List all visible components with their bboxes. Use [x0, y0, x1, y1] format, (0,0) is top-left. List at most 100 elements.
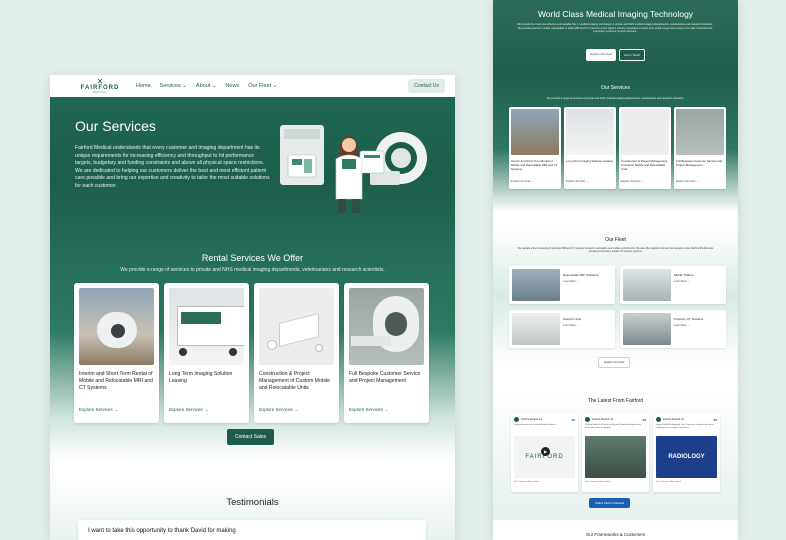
nav-item-news[interactable]: News	[225, 83, 239, 89]
contact-us-button[interactable]: Contact Us	[408, 79, 445, 93]
fleet-card-title: Propriety CT Scanbus	[674, 317, 704, 321]
arrow-right-icon: →	[114, 407, 119, 412]
service-card-title: Construction & Project Management of Cus…	[259, 371, 330, 391]
service-card-title: Full Bespoke Customer Service and Projec…	[676, 159, 723, 167]
arrow-right-icon: →	[687, 280, 691, 283]
hero-buttons: Explore Our Fleet Get in Touch	[493, 49, 738, 61]
fleet-card[interactable]: Mobile Trailers Learn More →	[620, 266, 726, 304]
fleet-card-title: Relocatable MRI Solutions	[563, 273, 599, 277]
rental-lead: We provide a range of services to privat…	[120, 267, 385, 273]
learn-more-label: Learn More	[674, 324, 687, 327]
ct-scanner-image	[676, 109, 724, 155]
post-video[interactable]: FAIRFORD ▶	[514, 436, 575, 478]
nav-item-home[interactable]: Home	[136, 83, 151, 89]
service-card-title: Full Bespoke Customer Service and Projec…	[349, 371, 421, 384]
explore-services-link[interactable]: Explore Services →	[79, 407, 154, 412]
post-actions[interactable]: Like Comment Share Send	[656, 481, 717, 483]
learn-more-link[interactable]: Learn More →	[674, 324, 703, 327]
fleet-card[interactable]: Propriety CT Scanbus Learn More →	[620, 310, 726, 348]
explore-services-link[interactable]: Explore Services →	[621, 180, 669, 183]
latest-title: The Latest From Fairford	[587, 398, 644, 404]
explore-services-link[interactable]: Explore Services →	[511, 180, 559, 183]
home-hero-title: World Class Medical Imaging Technology	[537, 9, 694, 19]
explore-services-link[interactable]: Explore Services →	[169, 407, 244, 412]
support-unit-image	[512, 313, 560, 345]
mobile-trailer-image	[623, 269, 671, 301]
service-card[interactable]: Interim and Short Term Rental of Mobile …	[74, 283, 159, 423]
service-cards: Interim and Short Term Rental of Mobile …	[74, 283, 429, 423]
get-in-touch-button[interactable]: Get in Touch	[619, 49, 645, 61]
avatar	[514, 417, 519, 422]
linkedin-icon: in	[713, 417, 717, 422]
home-page-frame: World Class Medical Imaging Technology W…	[493, 0, 738, 540]
explore-services-link[interactable]: Explore Services →	[566, 180, 614, 183]
fleet-grid: Relocatable MRI Solutions Learn More → Mo…	[509, 266, 726, 348]
arrow-right-icon: →	[696, 180, 699, 183]
arrow-right-icon: →	[204, 407, 209, 412]
learn-more-link[interactable]: Learn More →	[674, 280, 694, 283]
post-actions[interactable]: Like Comment Share Send	[514, 481, 575, 483]
explore-services-label: Explore Services	[349, 407, 383, 412]
fleet-card[interactable]: Relocatable MRI Solutions Learn More →	[509, 266, 615, 304]
trailer-image	[566, 109, 614, 155]
top-nav: ✕ FAIRFORD MEDICAL Home Services ⌄ About…	[50, 75, 455, 97]
service-card[interactable]: Construction & Project Management of Cus…	[619, 107, 671, 189]
service-card[interactable]: Full Bespoke Customer Service and Projec…	[344, 283, 429, 423]
nav-item-services-label: Services	[159, 83, 181, 89]
nav-item-fleet[interactable]: Our Fleet ⌄	[248, 83, 277, 89]
service-card[interactable]: Long Term Imaging Solution Leasing Explo…	[164, 283, 249, 423]
service-card-title: Interim and Short Term Rental of Mobile …	[511, 159, 558, 171]
arrow-right-icon: →	[586, 180, 589, 183]
linkedin-post[interactable]: Fairford Medical Ltd in Fairford Medical …	[582, 414, 649, 492]
trailer-image	[169, 288, 244, 365]
post-author: Fairford Medical Ltd	[663, 418, 685, 421]
post-photo[interactable]	[585, 436, 646, 478]
service-card[interactable]: Interim and Short Term Rental of Mobile …	[509, 107, 561, 189]
arrow-right-icon: →	[576, 280, 580, 283]
home-hero-body: We provide the most cost effective and s…	[517, 23, 713, 34]
play-icon[interactable]: ▶	[541, 447, 550, 456]
explore-services-link[interactable]: Explore Services →	[676, 180, 724, 183]
services-hero: Our Services Fairford Medical understand…	[50, 97, 455, 245]
rental-services-section: Rental Services We Offer We provide a ra…	[50, 245, 455, 460]
learn-more-link[interactable]: Learn More →	[563, 280, 598, 283]
post-photo[interactable]: RADIOLOGY	[656, 436, 717, 478]
home-service-cards: Interim and Short Term Rental of Mobile …	[509, 107, 726, 189]
service-card[interactable]: Full Bespoke Customer Service and Projec…	[674, 107, 726, 189]
ct-scanner-image	[349, 288, 424, 365]
linkedin-post[interactable]: Fairford Medical Ltd in Happy World Radio…	[653, 414, 720, 492]
contact-sales-button[interactable]: Contact Sales	[227, 429, 275, 445]
logo-mark-icon: ✕	[96, 77, 104, 86]
linkedin-post[interactable]: Fairford Medical Ltd in Introducing our n…	[511, 414, 578, 492]
explore-services-label: Explore Services	[169, 407, 203, 412]
linkedin-icon: in	[571, 417, 575, 422]
fleet-card[interactable]: Support Units Learn More →	[509, 310, 615, 348]
post-text: Introducing our new Fairford Medical web…	[514, 424, 556, 426]
learn-more-link[interactable]: Learn More →	[563, 324, 581, 327]
explore-services-link[interactable]: Explore Services →	[349, 407, 424, 412]
nav-menu: Home Services ⌄ About ⌄ News Our Fleet ⌄	[136, 83, 277, 89]
service-card[interactable]: Construction & Project Management of Cus…	[254, 283, 339, 423]
explore-services-label: Explore Services	[676, 180, 696, 183]
post-actions[interactable]: Like Comment Share Send	[585, 481, 646, 483]
explore-services-link[interactable]: Explore Services →	[259, 407, 334, 412]
construction-model-image	[259, 288, 334, 365]
service-card-title: Long Term Imaging Solution Leasing	[169, 371, 233, 384]
nav-item-about-label: About	[195, 83, 211, 89]
nav-item-services[interactable]: Services ⌄	[160, 83, 187, 89]
service-card[interactable]: Long Term Imaging Solution Leasing Explo…	[564, 107, 616, 189]
fleet-card-title: Support Units	[563, 317, 582, 321]
testimonials-title: Testimonials	[226, 497, 279, 508]
explore-fleet-button-secondary[interactable]: Explore Our Fleet	[598, 357, 631, 368]
frameworks-title: Our Frameworks & Customers	[585, 532, 646, 537]
home-services-lead: We provide a range of services to privat…	[546, 97, 685, 100]
chevron-down-icon: ⌄	[182, 83, 187, 89]
nav-item-about[interactable]: About ⌄	[196, 83, 217, 89]
logo[interactable]: ✕ FAIRFORD MEDICAL	[80, 77, 120, 95]
follow-linkedin-button[interactable]: Follow Fairford Medical	[589, 498, 630, 508]
arrow-right-icon: →	[294, 407, 299, 412]
explore-services-label: Explore Services	[621, 180, 641, 183]
home-services-section: Our Services We provide a range of servi…	[493, 72, 738, 212]
explore-fleet-button[interactable]: Explore Our Fleet	[586, 49, 617, 61]
arrow-right-icon: →	[641, 180, 644, 183]
